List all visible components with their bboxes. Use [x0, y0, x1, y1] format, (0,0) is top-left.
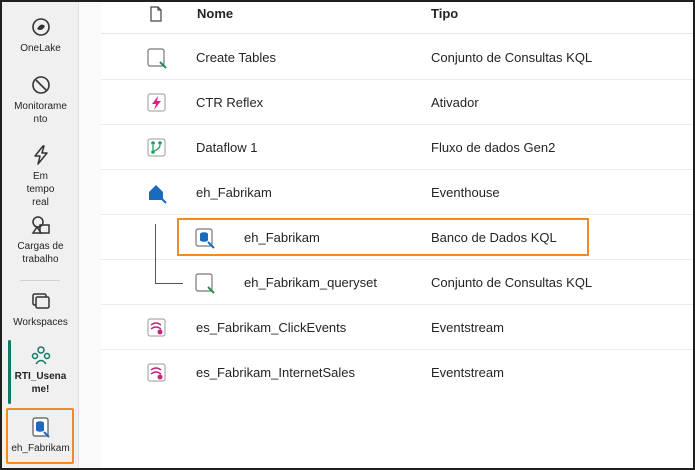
lightning-icon — [33, 145, 48, 165]
row-name[interactable]: CTR Reflex — [196, 95, 263, 110]
content-gutter — [79, 2, 101, 468]
workspaces-icon — [31, 293, 50, 309]
kql-queryset-icon — [195, 273, 215, 294]
table-row[interactable]: es_Fabrikam_InternetSales Eventstream — [101, 350, 693, 395]
row-type: Conjunto de Consultas KQL — [431, 50, 593, 65]
row-name[interactable]: eh_Fabrikam_queryset — [244, 275, 377, 290]
table-header: Nome Tipo — [101, 2, 693, 34]
app-frame: OneLake Monitoramento Em tempo real Carg… — [0, 0, 695, 470]
items-table: Nome Tipo Create Tables Conjunto de Cons… — [101, 2, 693, 468]
row-type: Eventstream — [431, 320, 504, 335]
table-row[interactable]: eh_Fabrikam_queryset Conjunto de Consult… — [101, 260, 693, 305]
table-row[interactable]: Dataflow 1 Fluxo de dados Gen2 — [101, 125, 693, 170]
monitor-icon — [31, 76, 50, 94]
row-name[interactable]: Create Tables — [196, 50, 276, 65]
rail-label-workloads: Cargas de trabalho — [17, 241, 64, 265]
eventstream-icon — [147, 318, 166, 337]
row-name[interactable]: es_Fabrikam_InternetSales — [196, 365, 355, 380]
table-row[interactable]: eh_Fabrikam Eventhouse — [101, 170, 693, 215]
kql-queryset-icon — [147, 48, 167, 69]
eventstream-icon — [147, 363, 166, 382]
rail-label-onelake: OneLake — [20, 43, 61, 54]
row-type: Conjunto de Consultas KQL — [431, 275, 593, 290]
dataflow-icon — [147, 138, 166, 157]
document-type-icon — [150, 6, 162, 22]
workloads-icon — [31, 216, 50, 234]
rail-callout-highlight — [6, 408, 74, 464]
table-row[interactable]: es_Fabrikam_ClickEvents Eventstream — [101, 305, 693, 350]
rail-label-current-workspace: RTI_Usename! — [14, 371, 67, 395]
rail-item-realtime[interactable]: Em tempo real — [2, 144, 79, 209]
column-header-type[interactable]: Tipo — [431, 6, 458, 21]
row-name[interactable]: Dataflow 1 — [196, 140, 257, 155]
onelake-icon — [31, 18, 50, 36]
rail-item-current-workspace[interactable]: RTI_Usename! — [2, 344, 79, 396]
row-type: Eventstream — [431, 365, 504, 380]
rail-item-workspaces[interactable]: Workspaces — [2, 290, 79, 329]
row-name[interactable]: eh_Fabrikam — [196, 185, 272, 200]
rail-item-workloads[interactable]: Cargas de trabalho — [2, 214, 79, 266]
row-callout-highlight — [177, 218, 589, 256]
rail-divider — [20, 280, 60, 281]
row-type: Ativador — [431, 95, 479, 110]
table-row[interactable]: CTR Reflex Ativador — [101, 80, 693, 125]
rail-item-onelake[interactable]: OneLake — [2, 16, 79, 55]
row-type: Fluxo de dados Gen2 — [431, 140, 556, 155]
left-nav-rail: OneLake Monitoramento Em tempo real Carg… — [2, 2, 79, 468]
rail-label-monitor: Monitoramento — [14, 101, 67, 125]
rail-label-workspaces: Workspaces — [13, 317, 68, 328]
rail-label-realtime: Em tempo real — [26, 171, 55, 208]
workspace-people-icon — [31, 346, 50, 365]
tree-connector-horizontal — [155, 283, 183, 284]
eventhouse-icon — [149, 185, 167, 204]
row-type: Eventhouse — [431, 185, 500, 200]
rail-item-monitor[interactable]: Monitoramento — [2, 74, 79, 126]
activator-icon — [147, 93, 166, 112]
column-header-name[interactable]: Nome — [197, 6, 233, 21]
row-name[interactable]: es_Fabrikam_ClickEvents — [196, 320, 346, 335]
table-row[interactable]: Create Tables Conjunto de Consultas KQL — [101, 35, 693, 80]
tree-connector-vertical — [155, 224, 156, 284]
